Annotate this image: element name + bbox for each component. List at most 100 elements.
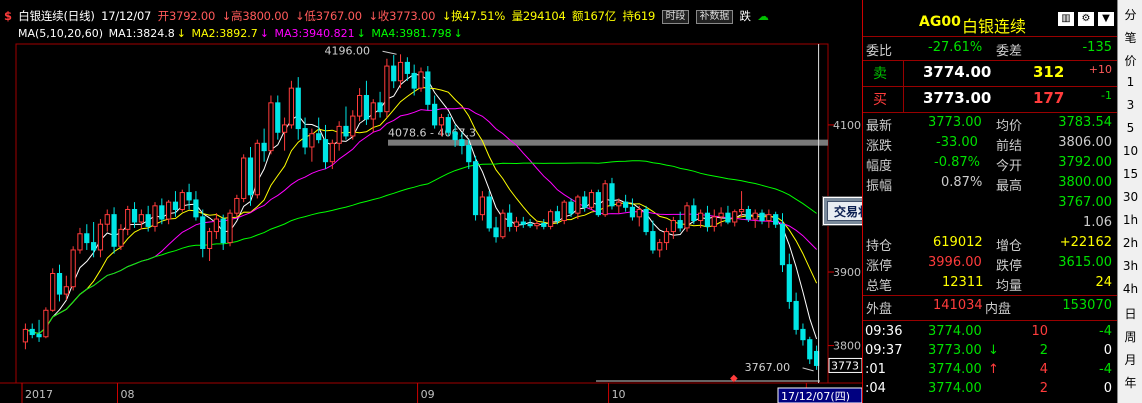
candle-body <box>275 102 281 133</box>
candle-body <box>554 211 561 222</box>
settings-icon[interactable]: ⚙ <box>1078 12 1094 26</box>
crosshair-date: 17/12/07(四) <box>781 390 850 403</box>
period-item[interactable]: 3h <box>1118 259 1142 273</box>
tick-arrow: ↓ <box>988 343 999 358</box>
tick-time: 09:36 <box>865 324 903 339</box>
replenish-data-button[interactable]: 补数据 <box>695 9 734 24</box>
period-item[interactable]: 分 <box>1118 6 1142 23</box>
trade-status-popup[interactable]: 交易状态 621059 : ... ⊐ ✕ <box>823 197 862 225</box>
avg-value: 3783.54 <box>1058 115 1112 130</box>
candle-body <box>322 139 329 163</box>
period-item[interactable]: 10 <box>1118 144 1142 158</box>
candle-body <box>377 102 383 113</box>
candle-body <box>186 192 192 201</box>
candle-body <box>350 115 356 137</box>
candle-body <box>629 206 636 218</box>
candle-body <box>745 209 751 220</box>
popup-title: 交易状态 621059 : ... <box>834 204 862 219</box>
ma2-line <box>25 86 818 335</box>
candle-body <box>643 209 649 233</box>
ma-params: MA(5,10,20,60) <box>18 27 104 40</box>
open-interest-row: 持仓 619012 增仓 +22162 <box>863 235 1118 255</box>
period-item[interactable]: 5 <box>1118 121 1142 135</box>
candle-body <box>125 209 131 230</box>
candle-body <box>793 300 799 330</box>
candle-body <box>411 72 417 89</box>
period-item[interactable]: 2h <box>1118 236 1142 250</box>
candle-body <box>445 117 451 133</box>
candle-body <box>91 242 97 251</box>
chart-area[interactable]: 4100390038002017080910114078.6 - 4067.34… <box>0 0 862 403</box>
period-item[interactable]: 月 <box>1118 351 1142 368</box>
range-band <box>388 139 828 146</box>
tick-change: -4 <box>1099 324 1112 339</box>
candle-body <box>800 328 806 341</box>
period-item[interactable]: 笔 <box>1118 29 1142 46</box>
high-value-panel: 3800.00 <box>1058 175 1112 190</box>
avg-label: 均价 <box>996 119 1023 134</box>
max-pointer <box>382 50 397 55</box>
candlestick-chart[interactable]: 4100390038002017080910114078.6 - 4067.34… <box>0 0 862 403</box>
candle-body <box>329 142 335 163</box>
change-row: 涨跌 -33.00 前结 3806.00 <box>863 135 1118 155</box>
outer-inner-row: 外盘 141034 内盘 153070 <box>863 298 1118 318</box>
period-item[interactable]: 1 <box>1118 75 1142 89</box>
period-item[interactable]: 30 <box>1118 190 1142 204</box>
min-label: 3767.00 <box>745 361 791 374</box>
period-item[interactable]: 4h <box>1118 282 1142 296</box>
candle-body <box>534 222 540 227</box>
x-tick-label: 10 <box>612 388 626 401</box>
candle-body <box>159 205 165 220</box>
period-item[interactable]: 15 <box>1118 167 1142 181</box>
period-item[interactable]: 年 <box>1118 374 1142 391</box>
ma1-value: MA1:3824.8 <box>108 27 175 40</box>
ma1-line <box>25 73 818 340</box>
candle-body <box>425 71 431 105</box>
candle-body <box>459 139 465 147</box>
low-value: ↓低3767.00 <box>294 9 362 23</box>
down-icon[interactable]: ▼ <box>1098 12 1114 26</box>
bid-row: 买 3773.00 177 -1 <box>863 89 1118 111</box>
candle-body <box>513 221 520 227</box>
candle-body <box>452 131 458 141</box>
candle-body <box>732 211 738 223</box>
bid-price: 3773.00 <box>923 89 992 107</box>
candle-body <box>472 161 479 216</box>
candle-body <box>704 212 711 227</box>
period-item[interactable]: 周 <box>1118 328 1142 345</box>
oi-value: 619012 <box>933 235 983 250</box>
period-item[interactable]: 3 <box>1118 98 1142 112</box>
candle-body <box>575 196 581 214</box>
tail-label: 跌 <box>739 9 752 23</box>
candle-body <box>616 201 622 207</box>
ask-volume: 312 <box>1033 63 1065 81</box>
candle-body <box>541 222 547 227</box>
candle-body <box>295 87 301 130</box>
candle-body <box>56 272 63 295</box>
trades-row: 总笔 12311 均量 24 <box>863 275 1118 295</box>
candle-body <box>520 221 526 225</box>
candle-body <box>193 199 199 218</box>
amount-value: 额167亿 <box>572 9 616 23</box>
candle-body <box>466 145 472 163</box>
candle-body <box>588 192 595 208</box>
candle-body <box>418 71 424 89</box>
period-item[interactable]: 1h <box>1118 213 1142 227</box>
cloud-icon[interactable]: ☁ <box>757 9 769 23</box>
candle-body <box>725 212 731 223</box>
bar-chart-icon[interactable]: ▥ <box>1058 12 1074 26</box>
timeshare-button[interactable]: 时段 <box>661 9 690 24</box>
weicha-label: 委差 <box>996 44 1023 59</box>
period-item[interactable]: 价 <box>1118 52 1142 69</box>
candle-body <box>131 209 138 223</box>
tick-change: -4 <box>1099 362 1112 377</box>
period-item[interactable]: 日 <box>1118 305 1142 322</box>
candle-body <box>172 201 179 210</box>
candle-body <box>309 133 315 148</box>
candle-body <box>220 218 226 244</box>
candle-body <box>813 350 820 366</box>
trades-label: 总笔 <box>866 279 893 294</box>
candle-body <box>43 309 49 338</box>
ask-change: +10 <box>1088 63 1112 76</box>
pct-label: 幅度 <box>866 159 893 174</box>
